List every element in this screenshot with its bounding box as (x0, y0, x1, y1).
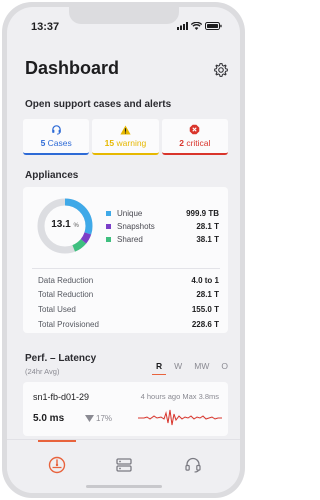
legend-swatch (106, 237, 111, 242)
status-time: 13:37 (31, 21, 60, 33)
home-indicator (86, 485, 162, 488)
appliances-section-title: Appliances (25, 170, 79, 181)
latency-card[interactable]: sn1-fb-d01-29 4 hours ago Max 3.8ms 5.0 … (23, 382, 228, 436)
phone-frame: 13:37 Dashboard Open support cases and a… (2, 2, 245, 498)
status-bar: 13:37 (7, 7, 240, 33)
legend-swatch (106, 211, 111, 216)
appliances-server-icon[interactable] (114, 455, 134, 475)
page-title: Dashboard (25, 58, 120, 78)
critical-card[interactable]: 2 critical (161, 119, 228, 155)
warning-card[interactable]: 15 warning (92, 119, 159, 155)
performance-subtitle: (24hr Avg) (25, 367, 60, 376)
latency-value: 5.0 ms (33, 413, 65, 424)
active-tab-indicator (38, 440, 76, 442)
donut-percent: 13.1 % (51, 219, 79, 230)
capacity-legend: Unique 999.9 TB Snapshots 28.1 T Shared … (106, 207, 219, 246)
settings-gear-icon[interactable] (213, 62, 229, 78)
tab-mixed-write[interactable]: MW (190, 361, 213, 375)
signal-icon (177, 22, 188, 30)
support-headset-icon[interactable] (183, 455, 203, 475)
appliances-card[interactable]: 13.1 % Unique 999.9 TB Snapshots 28.1 T … (23, 187, 228, 333)
stat-row-data-reduction: Data Reduction 4.0 to 1 (38, 275, 219, 285)
legend-row-unique: Unique 999.9 TB (106, 207, 219, 220)
critical-error-icon (190, 124, 200, 135)
wifi-icon (191, 22, 202, 30)
latency-meta: 4 hours ago Max 3.8ms (140, 392, 219, 401)
legend-row-shared: Shared 38.1 T (106, 233, 219, 246)
alerts-section-title: Open support cases and alerts (25, 99, 172, 110)
capacity-stats: Data Reduction 4.0 to 1 Total Reduction 28… (38, 273, 219, 331)
status-icons (177, 22, 222, 30)
divider (32, 268, 220, 269)
tab-read[interactable]: R (152, 361, 167, 375)
down-triangle-icon (85, 415, 94, 422)
performance-section-title: Perf. – Latency (25, 353, 97, 364)
warning-label: 15 warning (104, 137, 147, 148)
headset-icon (51, 125, 61, 135)
stat-row-total-used: Total Used 155.0 T (38, 304, 219, 314)
legend-row-snapshots: Snapshots 28.1 T (106, 220, 219, 233)
dashboard-gauge-icon[interactable] (47, 455, 67, 475)
tab-other[interactable]: O (217, 361, 232, 375)
latency-sparkline (138, 409, 222, 426)
cases-label: 5 Cases (40, 138, 72, 148)
tab-write[interactable]: W (170, 361, 186, 375)
stat-row-total-provisioned: Total Provisioned 228.6 T (38, 319, 219, 329)
appliance-name: sn1-fb-d01-29 (33, 392, 90, 402)
legend-swatch (106, 224, 111, 229)
app-screen: 13:37 Dashboard Open support cases and a… (7, 7, 240, 493)
stat-row-total-reduction: Total Reduction 28.1 T (38, 290, 219, 300)
alerts-row: 5 Cases 15 warning 2 critical (23, 119, 228, 155)
battery-icon (205, 22, 222, 30)
latency-delta: 17% (85, 414, 112, 423)
warning-triangle-icon (120, 124, 131, 135)
performance-tabs: R W MW O (152, 361, 232, 375)
cases-card[interactable]: 5 Cases (23, 119, 90, 155)
critical-label: 2 critical (179, 138, 211, 148)
